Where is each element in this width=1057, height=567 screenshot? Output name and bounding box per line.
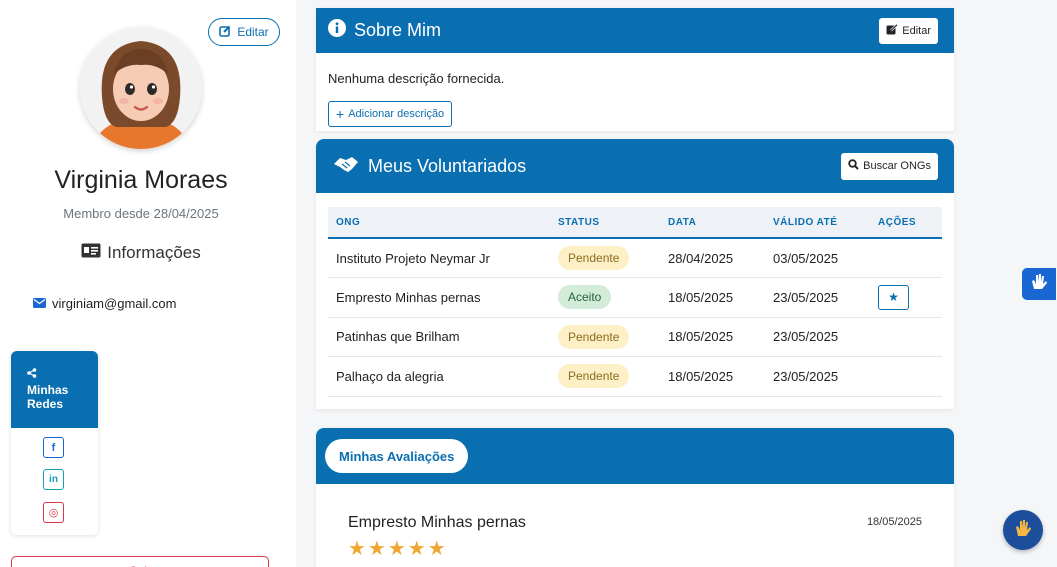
sign-language-icon <box>1029 272 1049 297</box>
profile-sidebar: Editar Virginia Moraes Membro desde 28/0… <box>0 0 296 567</box>
reviews-header: Minhas Avaliações <box>316 428 954 484</box>
edit-about-button[interactable]: Editar <box>879 17 938 44</box>
logout-button[interactable]: Sair <box>11 556 269 567</box>
edit-icon <box>219 25 231 40</box>
status-badge: Aceito <box>558 285 612 310</box>
edit-icon <box>886 23 899 38</box>
status-badge: Pendente <box>558 364 630 389</box>
id-card-icon <box>81 243 101 263</box>
col-valid-until: VÁLIDO ATÉ <box>765 207 870 239</box>
share-icon <box>27 367 98 381</box>
table-header-row: ONG STATUS DATA VÁLIDO ATÉ AÇÕES <box>328 207 942 239</box>
empty-description: Nenhuma descrição fornecida. <box>328 71 505 86</box>
row-date: 18/05/2025 <box>660 317 765 357</box>
col-ong: ONG <box>328 207 550 239</box>
search-icon <box>848 159 859 173</box>
about-header: Sobre Mim Editar <box>316 8 954 53</box>
row-date: 18/05/2025 <box>660 356 765 397</box>
social-networks-title-2: Redes <box>27 397 64 411</box>
status-badge: Pendente <box>558 324 630 349</box>
row-valid-until: 23/05/2025 <box>765 356 870 397</box>
info-circle-icon <box>328 19 346 42</box>
table-row: Palhaço da alegria Pendente 18/05/2025 2… <box>328 356 942 397</box>
row-ong: Instituto Projeto Neymar Jr <box>328 238 550 278</box>
social-networks-title-1: Minhas <box>27 383 69 397</box>
col-status: STATUS <box>550 207 660 239</box>
col-date: DATA <box>660 207 765 239</box>
email-text: virginiam@gmail.com <box>52 296 177 311</box>
libras-accessibility-button[interactable] <box>1022 268 1056 300</box>
instagram-link[interactable]: ◎ <box>43 502 64 523</box>
table-row: Instituto Projeto Neymar Jr Pendente 28/… <box>328 238 942 278</box>
rate-button[interactable]: ★ <box>878 284 909 310</box>
add-description-label: Adicionar descrição <box>348 108 445 120</box>
about-card: Sobre Mim Editar Nenhuma descrição forne… <box>316 8 954 131</box>
accessibility-assistant-button[interactable] <box>1003 510 1043 550</box>
social-networks-header: Minhas Redes <box>11 351 98 428</box>
review-ong-name: Empresto Minhas pernas <box>348 514 526 531</box>
info-heading: Informações <box>0 243 282 263</box>
profile-name: Virginia Moraes <box>54 166 228 194</box>
status-badge: Pendente <box>558 246 630 270</box>
row-actions <box>870 356 942 397</box>
row-valid-until: 23/05/2025 <box>765 277 870 318</box>
row-actions: ★ <box>870 277 942 318</box>
search-ongs-button[interactable]: Buscar ONGs <box>841 152 938 180</box>
linkedin-link[interactable]: in <box>43 469 64 490</box>
row-ong: Empresto Minhas pernas <box>328 277 550 318</box>
col-actions: AÇÕES <box>870 207 942 239</box>
facebook-link[interactable]: f <box>43 437 64 458</box>
row-actions <box>870 238 942 278</box>
reviews-card: Minhas Avaliações Empresto Minhas pernas… <box>316 428 954 567</box>
row-ong: Palhaço da alegria <box>328 356 550 397</box>
info-heading-label: Informações <box>107 243 201 262</box>
edit-profile-label: Editar <box>237 25 269 39</box>
table-row: Empresto Minhas pernas Aceito 18/05/2025… <box>328 277 942 318</box>
email-contact: virginiam@gmail.com <box>33 296 176 311</box>
volunteering-card: Meus Voluntariados Buscar ONGs ONG STATU… <box>316 139 954 409</box>
row-valid-until: 03/05/2025 <box>765 238 870 278</box>
volunteering-title: Meus Voluntariados <box>368 155 527 176</box>
envelope-icon <box>33 296 46 311</box>
hand-icon <box>1012 517 1034 544</box>
handshake-icon <box>332 154 360 179</box>
plus-icon: + <box>336 106 345 122</box>
edit-about-label: Editar <box>902 24 931 37</box>
add-description-button[interactable]: + Adicionar descrição <box>328 101 453 127</box>
search-ongs-label: Buscar ONGs <box>863 160 931 172</box>
star-icon: ★ <box>888 290 899 305</box>
table-row: Patinhas que Brilham Pendente 18/05/2025… <box>328 317 942 357</box>
row-valid-until: 23/05/2025 <box>765 317 870 357</box>
row-date: 18/05/2025 <box>660 277 765 318</box>
row-date: 28/04/2025 <box>660 238 765 278</box>
about-title: Sobre Mim <box>354 20 442 40</box>
volunteering-table: ONG STATUS DATA VÁLIDO ATÉ AÇÕES Institu… <box>328 207 942 397</box>
tab-my-reviews[interactable]: Minhas Avaliações <box>325 439 469 473</box>
avatar <box>80 27 202 149</box>
edit-profile-button[interactable]: Editar <box>208 18 280 46</box>
row-ong: Patinhas que Brilham <box>328 317 550 357</box>
member-since: Membro desde 28/04/2025 <box>63 206 219 221</box>
volunteering-header: Meus Voluntariados Buscar ONGs <box>316 139 954 193</box>
review-stars: ★★★★★ <box>348 538 448 560</box>
row-actions <box>870 317 942 357</box>
review-date: 18/05/2025 <box>866 516 922 528</box>
